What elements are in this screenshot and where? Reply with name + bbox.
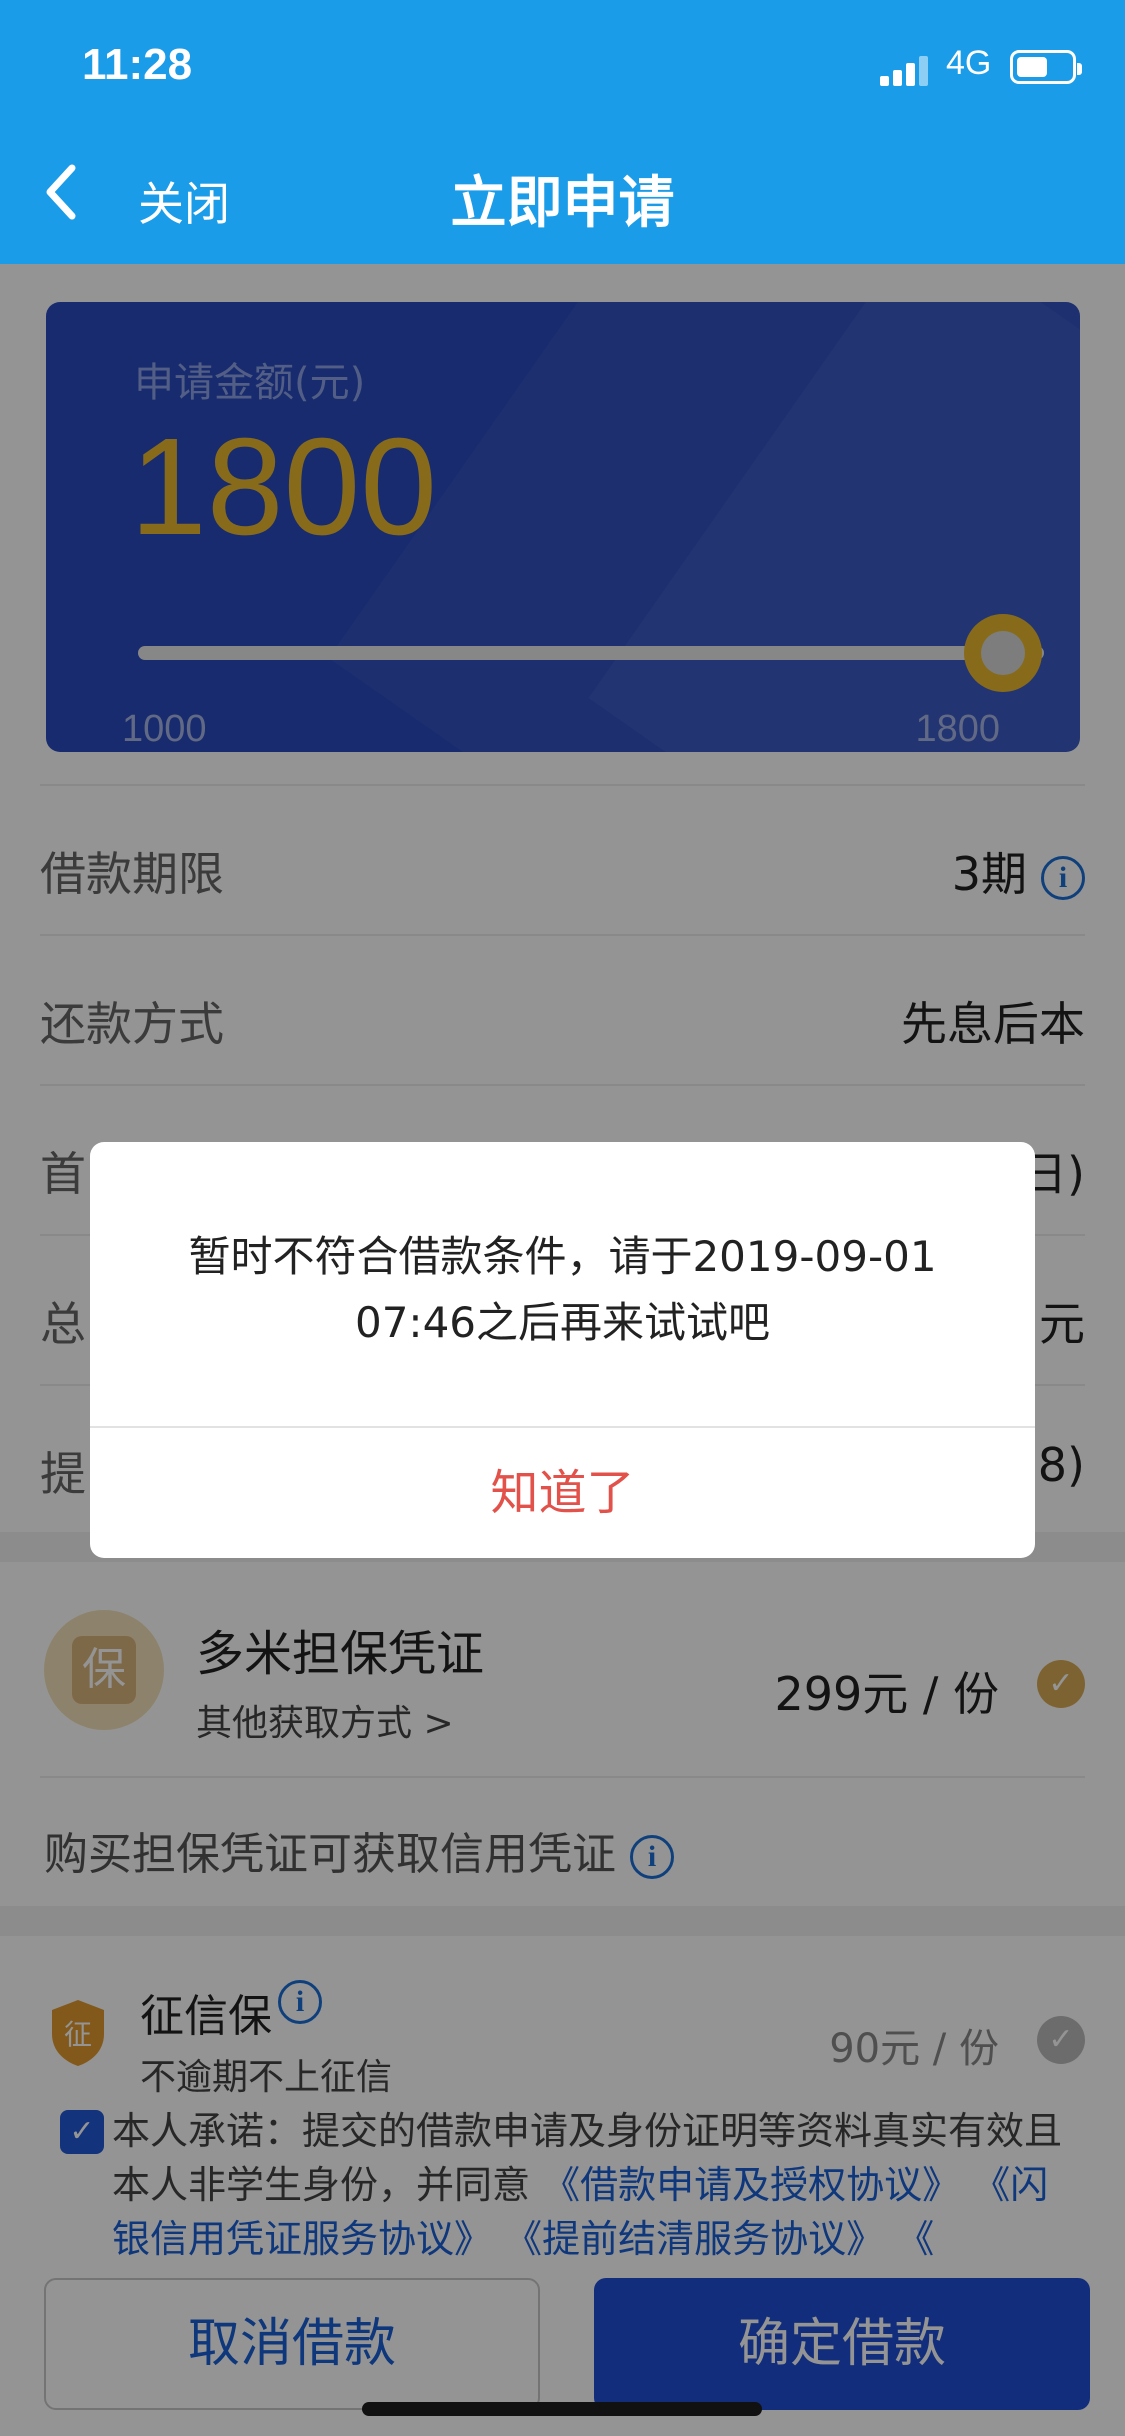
dialog-message: 暂时不符合借款条件，请于2019-09-01 07:46之后再来试试吧: [188, 1232, 937, 1347]
dialog-ok-button[interactable]: 知道了: [90, 1428, 1035, 1558]
battery-icon: [1010, 50, 1082, 84]
page-title: 立即申请: [450, 171, 675, 236]
network-type: 4G: [946, 44, 992, 82]
status-time: 11:28: [82, 40, 193, 89]
app-header: 11:28 4G 关闭 立即申请: [0, 0, 1125, 264]
home-indicator[interactable]: [362, 2402, 762, 2416]
status-bar: 11:28 4G: [0, 40, 1125, 100]
signal-icon: [880, 54, 932, 86]
alert-dialog: 暂时不符合借款条件，请于2019-09-01 07:46之后再来试试吧 知道了: [90, 1142, 1035, 1558]
